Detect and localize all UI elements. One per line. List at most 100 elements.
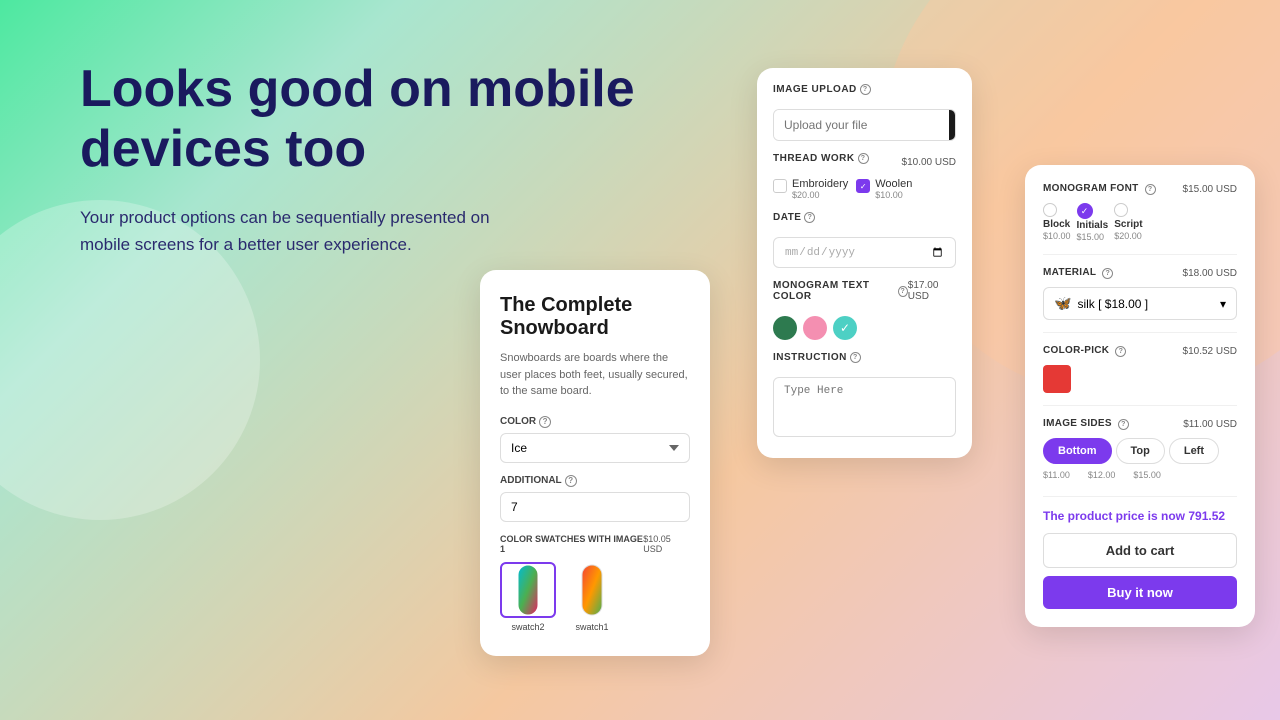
thread-work-section: THREAD WORK ? $10.00 USD Embroidery $20.… (773, 153, 956, 200)
font-block-option[interactable]: Block $10.00 (1043, 203, 1071, 242)
monogram-color-price: $17.00 USD (908, 280, 956, 310)
product-title: The Complete Snowboard (500, 294, 690, 340)
material-select[interactable]: 🦋 silk [ $18.00 ] ▾ (1043, 287, 1237, 320)
embroidery-label: Embroidery (792, 178, 848, 190)
image-sides-title: IMAGE SIDES ? (1043, 418, 1129, 430)
mobile-card: The Complete Snowboard Snowboards are bo… (480, 270, 710, 656)
image-sides-price: $11.00 USD (1183, 419, 1237, 430)
thread-work-title: THREAD WORK ? (773, 153, 869, 164)
sub-text: Your product options can be sequentially… (80, 204, 500, 258)
date-input[interactable] (773, 237, 956, 268)
left-price: $15.00 (1133, 470, 1161, 480)
thread-options: Embroidery $20.00 ✓ Woolen $10.00 (773, 178, 956, 200)
color-select[interactable]: Ice Blue Red (500, 433, 690, 463)
image-sides-buttons: Bottom Top Left (1043, 438, 1237, 464)
color-pick-info: ? (1115, 346, 1126, 357)
image-upload-info-icon: ? (860, 84, 871, 95)
upload-input[interactable] (774, 110, 949, 140)
color-pick-header: COLOR-PICK ? $10.52 USD (1043, 345, 1237, 357)
instruction-header: INSTRUCTION ? (773, 352, 956, 371)
sides-top-button[interactable]: Top (1116, 438, 1165, 464)
swatch1-image[interactable] (564, 562, 620, 618)
swatch2-image[interactable] (500, 562, 556, 618)
woolen-label: Woolen (875, 178, 912, 190)
additional-label: ADDITIONAL ? (500, 475, 690, 487)
top-price: $12.00 (1088, 470, 1116, 480)
font-initials-option[interactable]: ✓ Initials $15.00 (1077, 203, 1109, 242)
embroidery-option[interactable]: Embroidery $20.00 (773, 178, 848, 200)
sides-bottom-button[interactable]: Bottom (1043, 438, 1112, 464)
material-title: MATERIAL ? (1043, 267, 1113, 279)
monogram-font-price: $15.00 USD (1183, 184, 1237, 195)
swatch2-label: swatch2 (511, 622, 544, 632)
material-info: ? (1102, 268, 1113, 279)
bottom-price: $11.00 (1043, 470, 1070, 480)
font-block-radio[interactable] (1043, 203, 1057, 217)
product-description: Snowboards are boards where the user pla… (500, 350, 690, 400)
monogram-font-title: MONOGRAM FONT ? (1043, 183, 1156, 195)
price-now-text: The product price is now 791.52 (1043, 509, 1237, 523)
woolen-option[interactable]: ✓ Woolen $10.00 (856, 178, 912, 200)
instruction-title: INSTRUCTION ? (773, 352, 861, 363)
font-initials-price: $15.00 (1077, 232, 1105, 242)
color-pink[interactable] (803, 316, 827, 340)
monogram-font-section: MONOGRAM FONT ? $15.00 USD Block $10.00 … (1043, 183, 1237, 255)
color-pick-title: COLOR-PICK ? (1043, 345, 1126, 357)
instruction-info: ? (850, 352, 861, 363)
monogram-color-header: MONOGRAM TEXT COLOR ? $17.00 USD (773, 280, 956, 310)
font-script-radio[interactable] (1114, 203, 1128, 217)
left-section: Looks good on mobile devices too Your pr… (80, 60, 640, 258)
material-price: $18.00 USD (1183, 268, 1237, 279)
buy-now-button[interactable]: Buy it now (1043, 576, 1237, 609)
add-to-cart-button[interactable]: Add to cart (1043, 533, 1237, 568)
color-swatches: ✓ (773, 316, 956, 340)
color-teal-selected[interactable]: ✓ (833, 316, 857, 340)
color-label: COLOR ? (500, 416, 690, 428)
monogram-color-title: MONOGRAM TEXT COLOR ? (773, 280, 908, 302)
monogram-color-info: ? (898, 286, 908, 297)
monogram-font-header: MONOGRAM FONT ? $15.00 USD (1043, 183, 1237, 195)
embroidery-checkbox[interactable] (773, 179, 787, 193)
material-section: MATERIAL ? $18.00 USD 🦋 silk [ $18.00 ] … (1043, 267, 1237, 333)
font-script-price: $20.00 (1114, 231, 1142, 241)
swatch2-item[interactable]: swatch2 (500, 562, 556, 632)
font-block-price: $10.00 (1043, 231, 1071, 241)
thread-work-header: THREAD WORK ? $10.00 USD (773, 153, 956, 172)
woolen-checkbox[interactable]: ✓ (856, 179, 870, 193)
swatches-label: COLOR SWATCHES WITH IMAGE 1 $10.05 USD (500, 534, 690, 554)
image-upload-header: IMAGE UPLOAD ? (773, 84, 956, 103)
instruction-section: INSTRUCTION ? (773, 352, 956, 442)
thread-price: $10.00 USD (902, 157, 956, 168)
image-upload-title: IMAGE UPLOAD ? (773, 84, 871, 95)
material-dropdown-icon: ▾ (1220, 297, 1226, 311)
swatch1-item[interactable]: swatch1 (564, 562, 620, 632)
date-header: DATE ? (773, 212, 956, 231)
price-now-value: 791.52 (1188, 509, 1225, 523)
font-script-label: Script (1114, 219, 1142, 230)
date-info-icon: ? (804, 212, 815, 223)
color-pick-price: $10.52 USD (1183, 346, 1237, 357)
upload-row: Browse (773, 109, 956, 141)
browse-button[interactable]: Browse (949, 110, 956, 140)
image-sides-section: IMAGE SIDES ? $11.00 USD Bottom Top Left… (1043, 418, 1237, 497)
right-card: MONOGRAM FONT ? $15.00 USD Block $10.00 … (1025, 165, 1255, 627)
material-icon: 🦋 (1054, 295, 1071, 312)
embroidery-price: $20.00 (792, 190, 848, 200)
main-heading: Looks good on mobile devices too (80, 60, 640, 180)
swatch1-label: swatch1 (575, 622, 608, 632)
font-initials-radio[interactable]: ✓ (1077, 203, 1093, 219)
woolen-price: $10.00 (875, 190, 912, 200)
monogram-color-section: MONOGRAM TEXT COLOR ? $17.00 USD ✓ (773, 280, 956, 340)
font-initials-label: Initials (1077, 220, 1109, 231)
image-sides-info: ? (1118, 419, 1129, 430)
sides-left-button[interactable]: Left (1169, 438, 1219, 464)
font-script-option[interactable]: Script $20.00 (1114, 203, 1142, 242)
instruction-textarea[interactable] (773, 377, 956, 437)
additional-info-icon: ? (565, 475, 577, 487)
swatches-row: swatch2 sw (500, 562, 690, 632)
upload-card: IMAGE UPLOAD ? Browse THREAD WORK ? $10.… (757, 68, 972, 458)
material-header: MATERIAL ? $18.00 USD (1043, 267, 1237, 279)
color-dark-green[interactable] (773, 316, 797, 340)
additional-input[interactable]: 7 (500, 492, 690, 522)
color-pick-box[interactable] (1043, 365, 1071, 393)
